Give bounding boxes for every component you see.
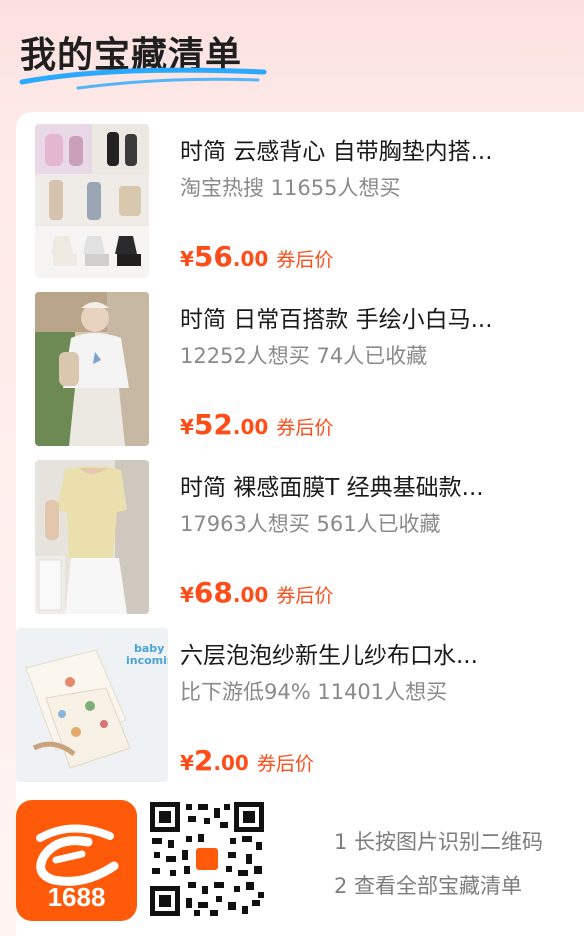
qr-center-logo-icon (194, 846, 220, 872)
currency-symbol: ¥ (180, 751, 194, 775)
price-decimal: .00 (213, 751, 249, 775)
coupon-price-tag: 券后价 (276, 249, 334, 271)
product-item[interactable]: 时简 日常百搭款 手绘小白马... 12252人想买 74人已收藏 ¥52.00… (16, 280, 584, 446)
currency-symbol: ¥ (180, 415, 194, 439)
price-integer: 52 (193, 408, 233, 441)
instruction-step-2: 2 查看全部宝藏清单 (334, 874, 523, 898)
product-stats: 12252人想买 74人已收藏 (180, 344, 428, 368)
product-stats: 比下游低94% 11401人想买 (180, 680, 448, 704)
product-title[interactable]: 六层泡泡纱新生儿纱布口水... (180, 636, 570, 670)
product-image[interactable] (35, 460, 149, 614)
product-image[interactable] (35, 124, 149, 278)
price-integer: 56 (193, 240, 233, 273)
instruction-step-1: 1 长按图片识别二维码 (334, 830, 544, 854)
logo-text: 1688 (47, 882, 106, 912)
product-item[interactable]: 时简 云感背心 自带胸垫内搭... 淘宝热搜 11655人想买 ¥56.00 券后… (16, 112, 584, 278)
product-price: ¥52.00 券后价 (180, 408, 333, 441)
app-logo: 1688 (16, 800, 137, 921)
product-stats: 淘宝热搜 11655人想买 (180, 176, 401, 200)
product-image[interactable] (35, 292, 149, 446)
price-integer: 2 (193, 744, 214, 777)
product-price: ¥56.00 券后价 (180, 240, 333, 273)
product-image[interactable]: baby incoming (16, 628, 168, 782)
coupon-price-tag: 券后价 (256, 753, 314, 775)
header: 我的宝藏清单 (0, 0, 584, 112)
coupon-price-tag: 券后价 (276, 417, 334, 439)
currency-symbol: ¥ (180, 247, 194, 271)
product-price: ¥2.00 券后价 (180, 744, 314, 777)
product-title[interactable]: 时简 云感背心 自带胸垫内搭... (180, 132, 570, 166)
price-integer: 68 (193, 576, 233, 609)
price-decimal: .00 (232, 415, 269, 439)
product-title[interactable]: 时简 裸感面膜T 经典基础款... (180, 468, 570, 502)
currency-symbol: ¥ (180, 583, 194, 607)
price-decimal: .00 (232, 583, 269, 607)
product-image-text: incoming (126, 654, 168, 667)
product-title[interactable]: 时简 日常百搭款 手绘小白马... (180, 300, 570, 334)
coupon-price-tag: 券后价 (276, 585, 334, 607)
product-price: ¥68.00 券后价 (180, 576, 333, 609)
title-underline-swoosh (19, 67, 267, 90)
price-decimal: .00 (232, 247, 269, 271)
product-item[interactable]: 时简 裸感面膜T 经典基础款... 17963人想买 561人已收藏 ¥68.0… (16, 448, 584, 614)
qr-code[interactable] (150, 802, 264, 916)
product-stats: 17963人想买 561人已收藏 (180, 512, 441, 536)
product-item[interactable]: baby incoming 六层泡泡纱新生儿纱布口水... 比下游低94% 11… (16, 616, 584, 782)
